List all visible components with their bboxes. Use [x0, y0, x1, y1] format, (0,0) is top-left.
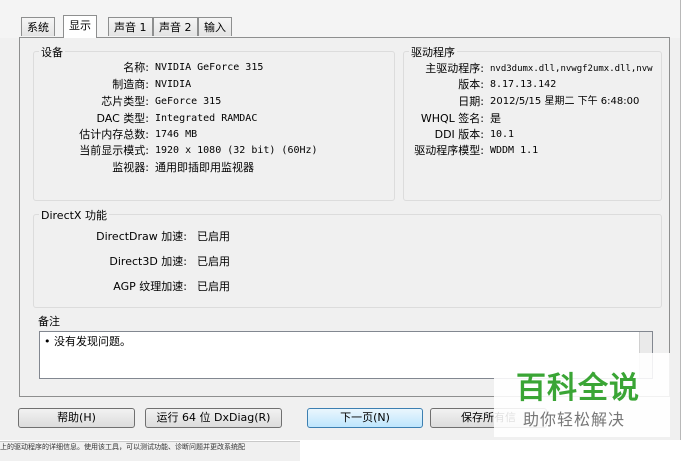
- device-group-title: 设备: [39, 44, 65, 60]
- device-monitor-value: 通用即插即用监视器: [155, 161, 254, 174]
- watermark: 百科全说 助你轻松解决: [494, 353, 670, 437]
- agp-value: 已启用: [197, 280, 230, 293]
- notes-title: 备注: [38, 315, 60, 328]
- device-name-value: NVIDIA GeForce 315: [155, 62, 264, 73]
- driver-version-label: 版本:: [458, 78, 484, 91]
- device-name-label: 名称:: [123, 61, 149, 74]
- driver-main-value: nvd3dumx.dll,nvwgf2umx.dll,nvw: [490, 64, 653, 74]
- next-page-button[interactable]: 下一页(N): [307, 408, 423, 428]
- driver-model-value: WDDM 1.1: [490, 145, 539, 156]
- watermark-subtitle: 助你轻松解决: [523, 410, 626, 429]
- device-chip-value: GeForce 315: [155, 96, 222, 107]
- driver-group-title: 驱动程序: [409, 44, 457, 60]
- direct3d-value: 已启用: [197, 255, 230, 268]
- driver-main-label: 主驱动程序:: [425, 62, 484, 75]
- agp-label: AGP 纹理加速:: [113, 280, 187, 293]
- device-manufacturer-label: 制造商:: [112, 78, 149, 91]
- run-64bit-dxdiag-button[interactable]: 运行 64 位 DxDiag(R): [145, 408, 282, 428]
- device-chip-label: 芯片类型:: [101, 95, 149, 108]
- driver-ddi-value: 10.1: [490, 129, 515, 140]
- directx-group-title: DirectX 功能: [39, 207, 109, 223]
- device-monitor-label: 监视器:: [112, 161, 149, 174]
- driver-ddi-label: DDI 版本:: [434, 128, 484, 141]
- tab-input[interactable]: 输入: [198, 17, 232, 36]
- device-dac-value: Integrated RAMDAC: [155, 113, 258, 124]
- watermark-title: 百科全说: [516, 371, 640, 406]
- tab-strip: 系统 显示 声音 1 声音 2 输入: [0, 0, 680, 38]
- driver-model-label: 驱动程序模型:: [414, 144, 484, 157]
- device-memory-value: 1746 MB: [155, 129, 198, 140]
- help-button[interactable]: 帮助(H): [18, 408, 135, 428]
- driver-whql-label: WHQL 签名:: [420, 112, 484, 125]
- device-mode-value: 1920 x 1080 (32 bit) (60Hz): [155, 145, 318, 156]
- status-bar: 上的驱动程序的详细信息。使用该工具，可以测试功能、诊断问题并更改系统配: [0, 441, 300, 461]
- driver-date-label: 日期:: [458, 95, 484, 108]
- tab-display[interactable]: 显示: [63, 15, 97, 38]
- tab-sound-1[interactable]: 声音 1: [108, 17, 153, 36]
- driver-date-value: 2012/5/15 星期二 下午 6:48:00: [490, 96, 640, 107]
- directdraw-label: DirectDraw 加速:: [96, 230, 187, 243]
- direct3d-label: Direct3D 加速:: [109, 255, 187, 268]
- device-memory-label: 估计内存总数:: [79, 128, 149, 141]
- device-manufacturer-value: NVIDIA: [155, 79, 192, 90]
- tab-sound-2[interactable]: 声音 2: [153, 17, 198, 36]
- directdraw-value: 已启用: [197, 230, 230, 243]
- driver-whql-value: 是: [490, 112, 501, 125]
- device-dac-label: DAC 类型:: [96, 112, 150, 125]
- notes-line: • 没有发现问题。: [44, 335, 131, 348]
- device-mode-label: 当前显示模式:: [79, 144, 149, 157]
- driver-version-value: 8.17.13.142: [490, 79, 557, 90]
- tab-system[interactable]: 系统: [21, 17, 55, 36]
